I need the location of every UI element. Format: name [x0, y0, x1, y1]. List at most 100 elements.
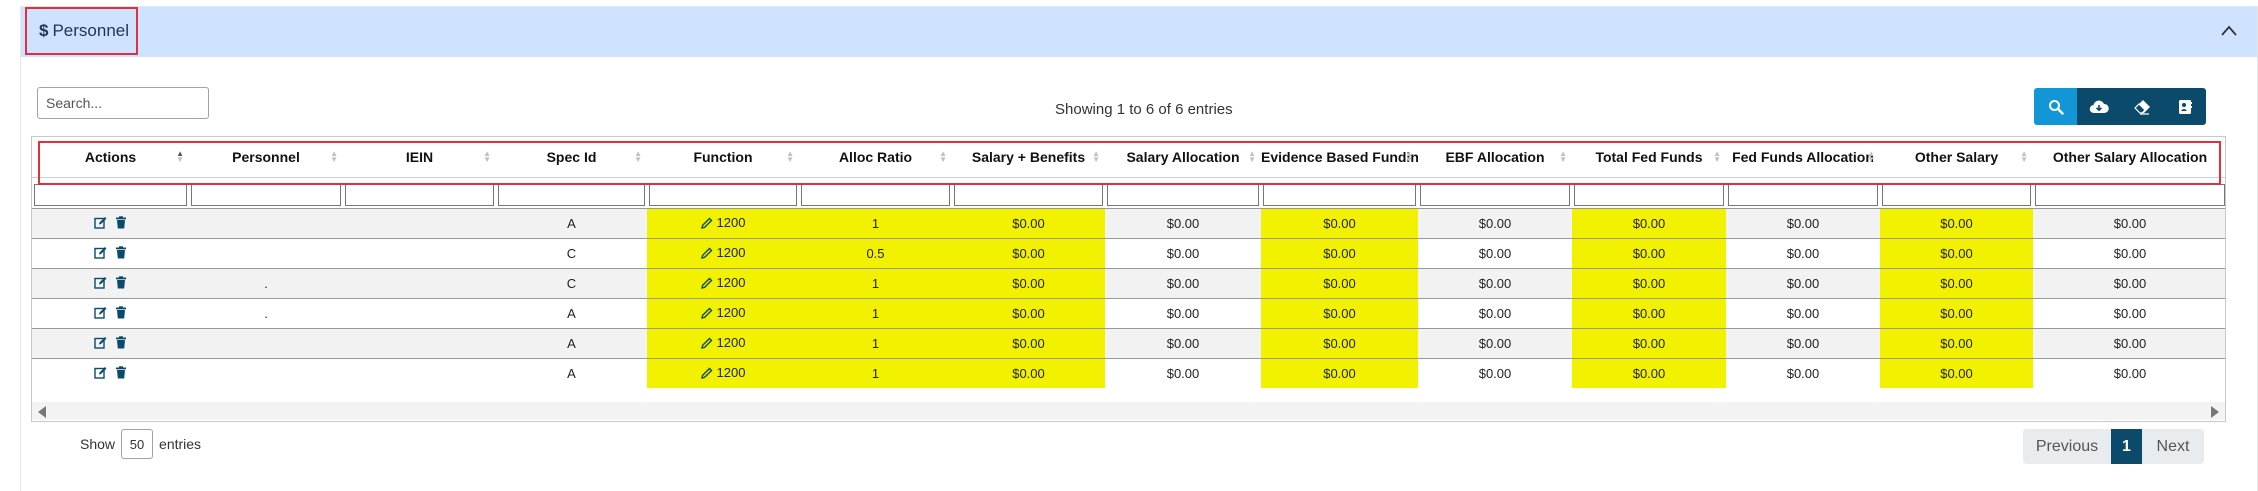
edit-icon[interactable]	[94, 276, 107, 292]
col-header-fed-funds-allocation[interactable]: Fed Funds Allocation ▲ ▼	[1726, 137, 1880, 178]
filter-input-actions[interactable]	[34, 183, 187, 206]
pencil-icon[interactable]	[700, 277, 713, 292]
chevron-up-icon[interactable]	[2219, 21, 2239, 41]
other-salary-value: $0.00	[1940, 276, 1973, 291]
page-1-button[interactable]: 1	[2111, 429, 2142, 464]
previous-button[interactable]: Previous	[2023, 429, 2111, 464]
search-input[interactable]	[37, 87, 209, 119]
col-header-spec-id[interactable]: Spec Id ▲ ▼	[496, 137, 647, 178]
col-header-salary-allocation[interactable]: Salary Allocation ▲ ▼	[1105, 137, 1261, 178]
other-salary-cell: $0.00	[1880, 328, 2033, 359]
pencil-icon[interactable]	[700, 217, 713, 232]
salary-benefits-cell: $0.00	[952, 238, 1105, 269]
page-length-select[interactable]: 50	[121, 429, 154, 459]
function-value: 1200	[716, 305, 746, 321]
pencil-icon[interactable]	[700, 307, 713, 322]
delete-icon[interactable]	[115, 276, 127, 292]
col-header-total-fed-funds[interactable]: Total Fed Funds ▲ ▼	[1572, 137, 1726, 178]
toolbar-button-group	[2034, 88, 2206, 125]
horizontal-scrollbar[interactable]	[32, 402, 2225, 420]
next-button[interactable]: Next	[2142, 429, 2204, 464]
ebf-allocation-value: $0.00	[1478, 336, 1512, 351]
filter-input-total-fed-funds[interactable]	[1574, 183, 1724, 206]
filter-input-personnel[interactable]	[191, 183, 341, 206]
function-value: 1200	[716, 215, 746, 231]
col-header-personnel[interactable]: Personnel ▲ ▼	[189, 137, 343, 178]
total-fed-funds-cell: $0.00	[1572, 268, 1726, 299]
col-header-ebf-allocation[interactable]: EBF Allocation ▲ ▼	[1418, 137, 1572, 178]
col-header-evidence-based-funding[interactable]: Evidence Based Funding ▲ ▼	[1261, 137, 1418, 178]
filter-input-ebf-allocation[interactable]	[1420, 183, 1570, 206]
delete-icon[interactable]	[115, 216, 127, 232]
alloc-ratio-value: 1	[871, 276, 880, 291]
clear-filters-button[interactable]	[2120, 88, 2163, 125]
columns-button[interactable]	[2163, 88, 2206, 125]
delete-icon[interactable]	[115, 366, 127, 382]
total-fed-funds-value: $0.00	[1632, 246, 1666, 261]
ebf-allocation-value: $0.00	[1478, 306, 1512, 321]
col-header-salary-benefits[interactable]: Salary + Benefits ▲ ▼	[952, 137, 1105, 178]
actions-cell	[32, 358, 189, 388]
delete-icon[interactable]	[115, 306, 127, 322]
function-cell[interactable]: 1200	[647, 238, 799, 269]
spec-id-cell: A	[496, 298, 647, 329]
alloc-ratio-cell: 1	[799, 268, 952, 299]
salary-allocation-value: $0.00	[1166, 246, 1200, 261]
edit-icon[interactable]	[94, 366, 107, 382]
filter-input-function[interactable]	[649, 183, 797, 206]
col-header-alloc-ratio[interactable]: Alloc Ratio ▲ ▼	[799, 137, 952, 178]
pencil-icon[interactable]	[700, 367, 713, 382]
scroll-left-icon[interactable]	[38, 406, 46, 418]
edit-icon[interactable]	[94, 246, 107, 262]
salary-benefits-cell: $0.00	[952, 358, 1105, 388]
iein-cell	[343, 358, 496, 388]
search-button[interactable]	[2034, 88, 2077, 125]
fed-funds-allocation-cell: $0.00	[1726, 238, 1880, 269]
export-button[interactable]	[2077, 88, 2120, 125]
total-fed-funds-value: $0.00	[1632, 216, 1666, 231]
function-cell[interactable]: 1200	[647, 328, 799, 359]
pencil-icon[interactable]	[700, 337, 713, 352]
spec-id-value: C	[566, 276, 577, 291]
total-fed-funds-cell: $0.00	[1572, 238, 1726, 269]
function-cell[interactable]: 1200	[647, 268, 799, 299]
pencil-icon[interactable]	[700, 247, 713, 262]
col-header-other-salary-allocation[interactable]: Other Salary Allocation	[2033, 137, 2225, 178]
sort-icon: ▲ ▼	[2020, 149, 2028, 164]
table-body: A 1200 1 $0.00 $0.00 $0.00 $0.00 $0.00 $0.00 $0.0…	[32, 208, 2225, 388]
filter-input-other-salary[interactable]	[1882, 183, 2031, 206]
filter-input-alloc-ratio[interactable]	[801, 183, 950, 206]
filter-input-salary-allocation[interactable]	[1107, 183, 1259, 206]
col-header-other-salary[interactable]: Other Salary ▲ ▼	[1880, 137, 2033, 178]
function-cell[interactable]: 1200	[647, 208, 799, 239]
function-cell[interactable]: 1200	[647, 358, 799, 388]
edit-icon[interactable]	[94, 216, 107, 232]
filter-input-fed-funds-allocation[interactable]	[1728, 183, 1878, 206]
col-header-iein[interactable]: IEIN ▲ ▼	[343, 137, 496, 178]
filter-input-salary-benefits[interactable]	[954, 183, 1103, 206]
panel-title[interactable]: $ Personnel	[25, 7, 138, 55]
edit-icon[interactable]	[94, 336, 107, 352]
alloc-ratio-cell: 1	[799, 358, 952, 388]
filter-input-spec-id[interactable]	[498, 183, 645, 206]
iein-cell	[343, 328, 496, 359]
filter-input-iein[interactable]	[345, 183, 494, 206]
show-label: Show	[80, 436, 116, 452]
filter-input-evidence-based-funding[interactable]	[1263, 183, 1416, 206]
salary-allocation-cell: $0.00	[1105, 238, 1261, 269]
scroll-right-icon[interactable]	[2211, 406, 2219, 418]
actions-cell	[32, 268, 189, 299]
col-header-function[interactable]: Function ▲ ▼	[647, 137, 799, 178]
fed-funds-allocation-cell: $0.00	[1726, 268, 1880, 299]
panel-header[interactable]: $ Personnel	[21, 7, 2257, 57]
other-salary-cell: $0.00	[1880, 268, 2033, 299]
function-cell[interactable]: 1200	[647, 298, 799, 329]
delete-icon[interactable]	[115, 336, 127, 352]
col-header-actions[interactable]: Actions ▲ ▼	[32, 137, 189, 178]
delete-icon[interactable]	[115, 246, 127, 262]
sort-icon: ▲ ▼	[786, 149, 794, 164]
filter-input-other-salary-allocation[interactable]	[2035, 183, 2225, 206]
total-fed-funds-cell: $0.00	[1572, 358, 1726, 388]
ebf-cell: $0.00	[1261, 268, 1418, 299]
edit-icon[interactable]	[94, 306, 107, 322]
